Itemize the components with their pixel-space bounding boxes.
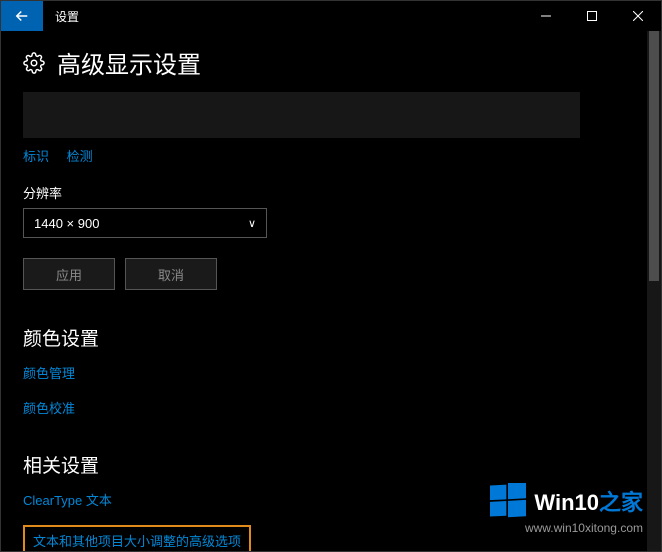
watermark-text: Win10之家 [534, 485, 643, 517]
minimize-button[interactable] [523, 1, 569, 31]
titlebar-spacer [91, 1, 523, 31]
settings-window: 设置 高级显示设置 标识 检测 分辨率 1440 × 900 ∨ [0, 0, 662, 552]
watermark-url: www.win10xitong.com [490, 521, 643, 535]
detect-link[interactable]: 检测 [67, 149, 93, 164]
scrollbar-thumb[interactable] [649, 31, 659, 281]
window-title: 设置 [43, 1, 91, 31]
cancel-button[interactable]: 取消 [125, 258, 217, 290]
windows-logo-icon [490, 483, 526, 519]
monitor-actions: 标识 检测 [23, 146, 639, 165]
page-header: 高级显示设置 [23, 45, 639, 80]
color-calibration-link[interactable]: 颜色校准 [23, 398, 639, 417]
maximize-button[interactable] [569, 1, 615, 31]
text-scaling-link[interactable]: 文本和其他项目大小调整的高级选项 [33, 531, 241, 550]
watermark-brand-b: 之家 [599, 490, 643, 515]
maximize-icon [587, 11, 597, 21]
scrollbar[interactable] [647, 31, 661, 551]
highlight-box: 文本和其他项目大小调整的高级选项 [23, 525, 251, 551]
action-buttons: 应用 取消 [23, 258, 639, 290]
titlebar: 设置 [1, 1, 661, 31]
color-management-link[interactable]: 颜色管理 [23, 363, 639, 382]
close-button[interactable] [615, 1, 661, 31]
related-section-title: 相关设置 [23, 451, 639, 478]
watermark-brand: Win10之家 [490, 483, 643, 519]
resolution-select[interactable]: 1440 × 900 ∨ [23, 208, 267, 238]
resolution-value: 1440 × 900 [34, 216, 99, 231]
resolution-label: 分辨率 [23, 183, 639, 202]
close-icon [633, 11, 643, 21]
content-area: 高级显示设置 标识 检测 分辨率 1440 × 900 ∨ 应用 取消 颜色设置… [1, 31, 661, 551]
page-title: 高级显示设置 [57, 45, 201, 80]
apply-button[interactable]: 应用 [23, 258, 115, 290]
back-button[interactable] [1, 1, 43, 31]
monitor-preview[interactable] [23, 92, 580, 138]
minimize-icon [541, 11, 551, 21]
gear-icon [23, 52, 45, 74]
watermark: Win10之家 www.win10xitong.com [490, 483, 643, 535]
arrow-left-icon [13, 7, 31, 25]
watermark-brand-a: Win10 [534, 490, 599, 515]
color-section-title: 颜色设置 [23, 324, 639, 351]
identify-link[interactable]: 标识 [23, 149, 49, 164]
chevron-down-icon: ∨ [248, 217, 256, 230]
